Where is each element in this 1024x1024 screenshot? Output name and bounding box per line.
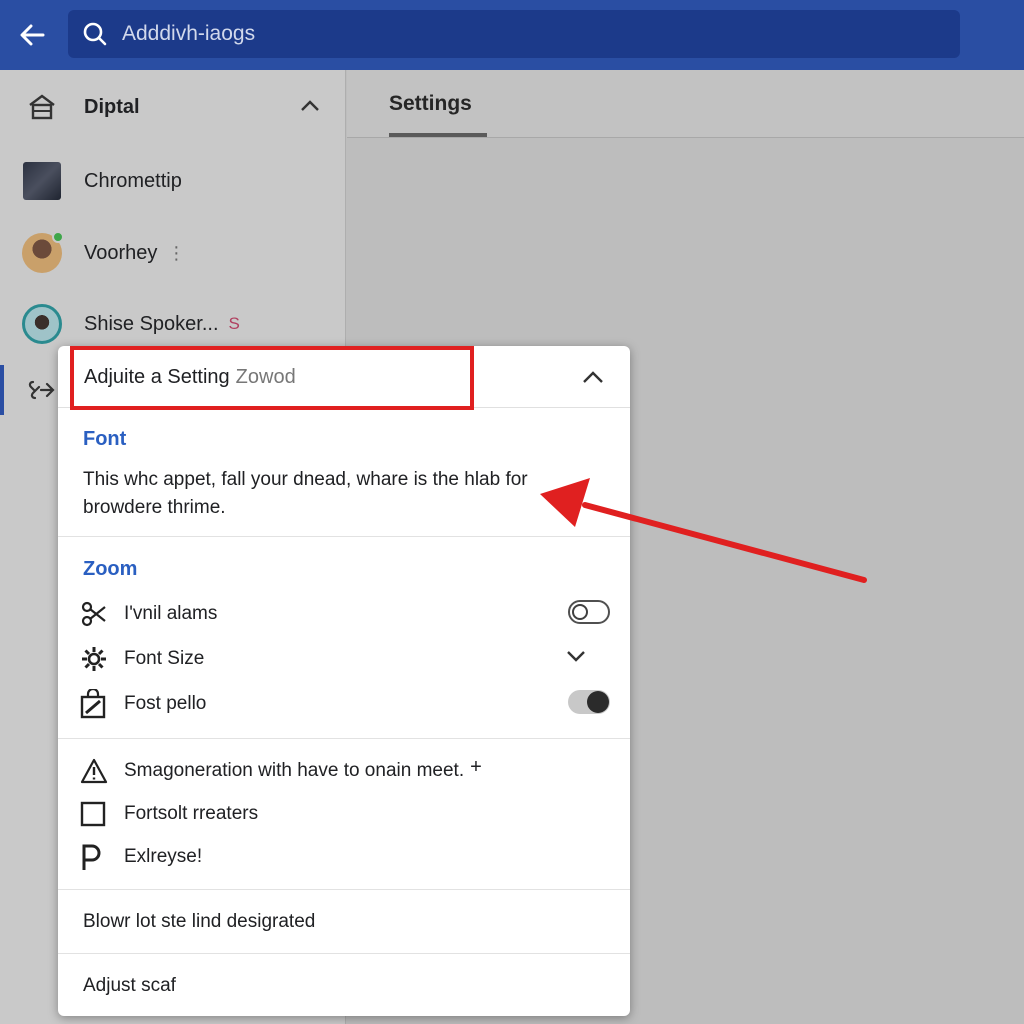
link-icon <box>28 380 55 400</box>
font-description: This whc appet, fall your dnead, whare i… <box>83 469 528 518</box>
panel-header: Adjuite a Setting Zowod <box>58 346 630 410</box>
option-label: Fortsolt rreaters <box>124 803 259 824</box>
toggle-switch[interactable] <box>568 690 610 714</box>
option-label: Font Size <box>124 648 205 669</box>
option-row-smagoneration[interactable]: Smagoneration with have to onain meet. + <box>80 753 610 789</box>
plus-icon[interactable]: + <box>470 756 482 779</box>
sidebar-item-label: Chromettip <box>84 169 182 192</box>
option-label: Smagoneration with have to onain meet. <box>124 760 465 781</box>
main-tab-bar: Settings <box>347 70 1024 138</box>
bag-icon <box>80 689 106 719</box>
option-label: I'vnil alams <box>124 603 218 624</box>
online-badge <box>52 231 64 243</box>
search-value: Adddivh-iaogs <box>122 22 256 45</box>
sidebar-item-label: Voorhey <box>84 241 158 264</box>
tab-settings[interactable]: Settings <box>389 70 472 138</box>
highlight-box <box>70 346 474 410</box>
chevron-down-icon[interactable] <box>566 649 586 663</box>
gear-icon <box>82 647 106 671</box>
warning-icon <box>80 758 108 784</box>
arrow-left-icon <box>20 24 45 46</box>
option-row-fortsolt[interactable]: Fortsolt rreaters <box>80 796 610 832</box>
section-title-zoom: Zoom <box>83 558 138 580</box>
sidebar-item-chromettip[interactable]: Chromettip <box>0 146 346 216</box>
checkbox-icon[interactable] <box>80 801 106 827</box>
option-row-fost-pello[interactable]: Fost pello <box>80 686 610 722</box>
top-bar: Adddivh-iaogs <box>0 0 1024 70</box>
option-row-vnil-alams[interactable]: I'vnil alams <box>80 596 610 632</box>
sidebar-item-diptal[interactable]: Diptal <box>0 72 346 142</box>
divider <box>58 536 630 537</box>
home-icon <box>29 94 55 120</box>
search-icon <box>82 21 122 47</box>
status-icon: S <box>228 314 240 333</box>
collapse-button[interactable] <box>576 362 610 392</box>
option-label: Exlreyse! <box>124 846 203 867</box>
menu-item-adjust-scaf[interactable]: Adjust scaf <box>83 966 603 1006</box>
menu-item-blowr[interactable]: Blowr lot ste lind desigrated <box>83 902 603 942</box>
option-label: Fost pello <box>124 693 207 714</box>
option-row-exlreyse[interactable]: Exlreyse! <box>80 839 610 875</box>
sidebar-item-voorhey[interactable]: Voorhey ⋮ <box>0 218 346 288</box>
thumbnail-image <box>23 162 61 200</box>
p-icon <box>82 844 101 870</box>
settings-panel: Adjuite a Setting Zowod Font This whc ap… <box>58 346 630 1016</box>
sidebar-item-label: Diptal <box>84 95 140 118</box>
divider <box>58 953 630 954</box>
sidebar-item-label: Shise Spoker... <box>84 312 219 335</box>
divider <box>58 738 630 739</box>
active-tab-underline <box>389 133 487 137</box>
more-icon[interactable]: ⋮ <box>167 243 185 264</box>
avatar <box>22 304 62 344</box>
toggle-switch[interactable] <box>568 600 610 624</box>
option-row-font-size[interactable]: Font Size <box>80 641 610 677</box>
chevron-up-icon[interactable] <box>300 99 320 113</box>
scissors-icon <box>81 601 106 627</box>
search-input[interactable]: Adddivh-iaogs <box>68 10 960 58</box>
section-title-font: Font <box>83 428 127 450</box>
back-button[interactable] <box>14 18 50 52</box>
divider <box>58 889 630 890</box>
avatar <box>22 231 64 273</box>
chevron-up-icon <box>583 371 603 383</box>
